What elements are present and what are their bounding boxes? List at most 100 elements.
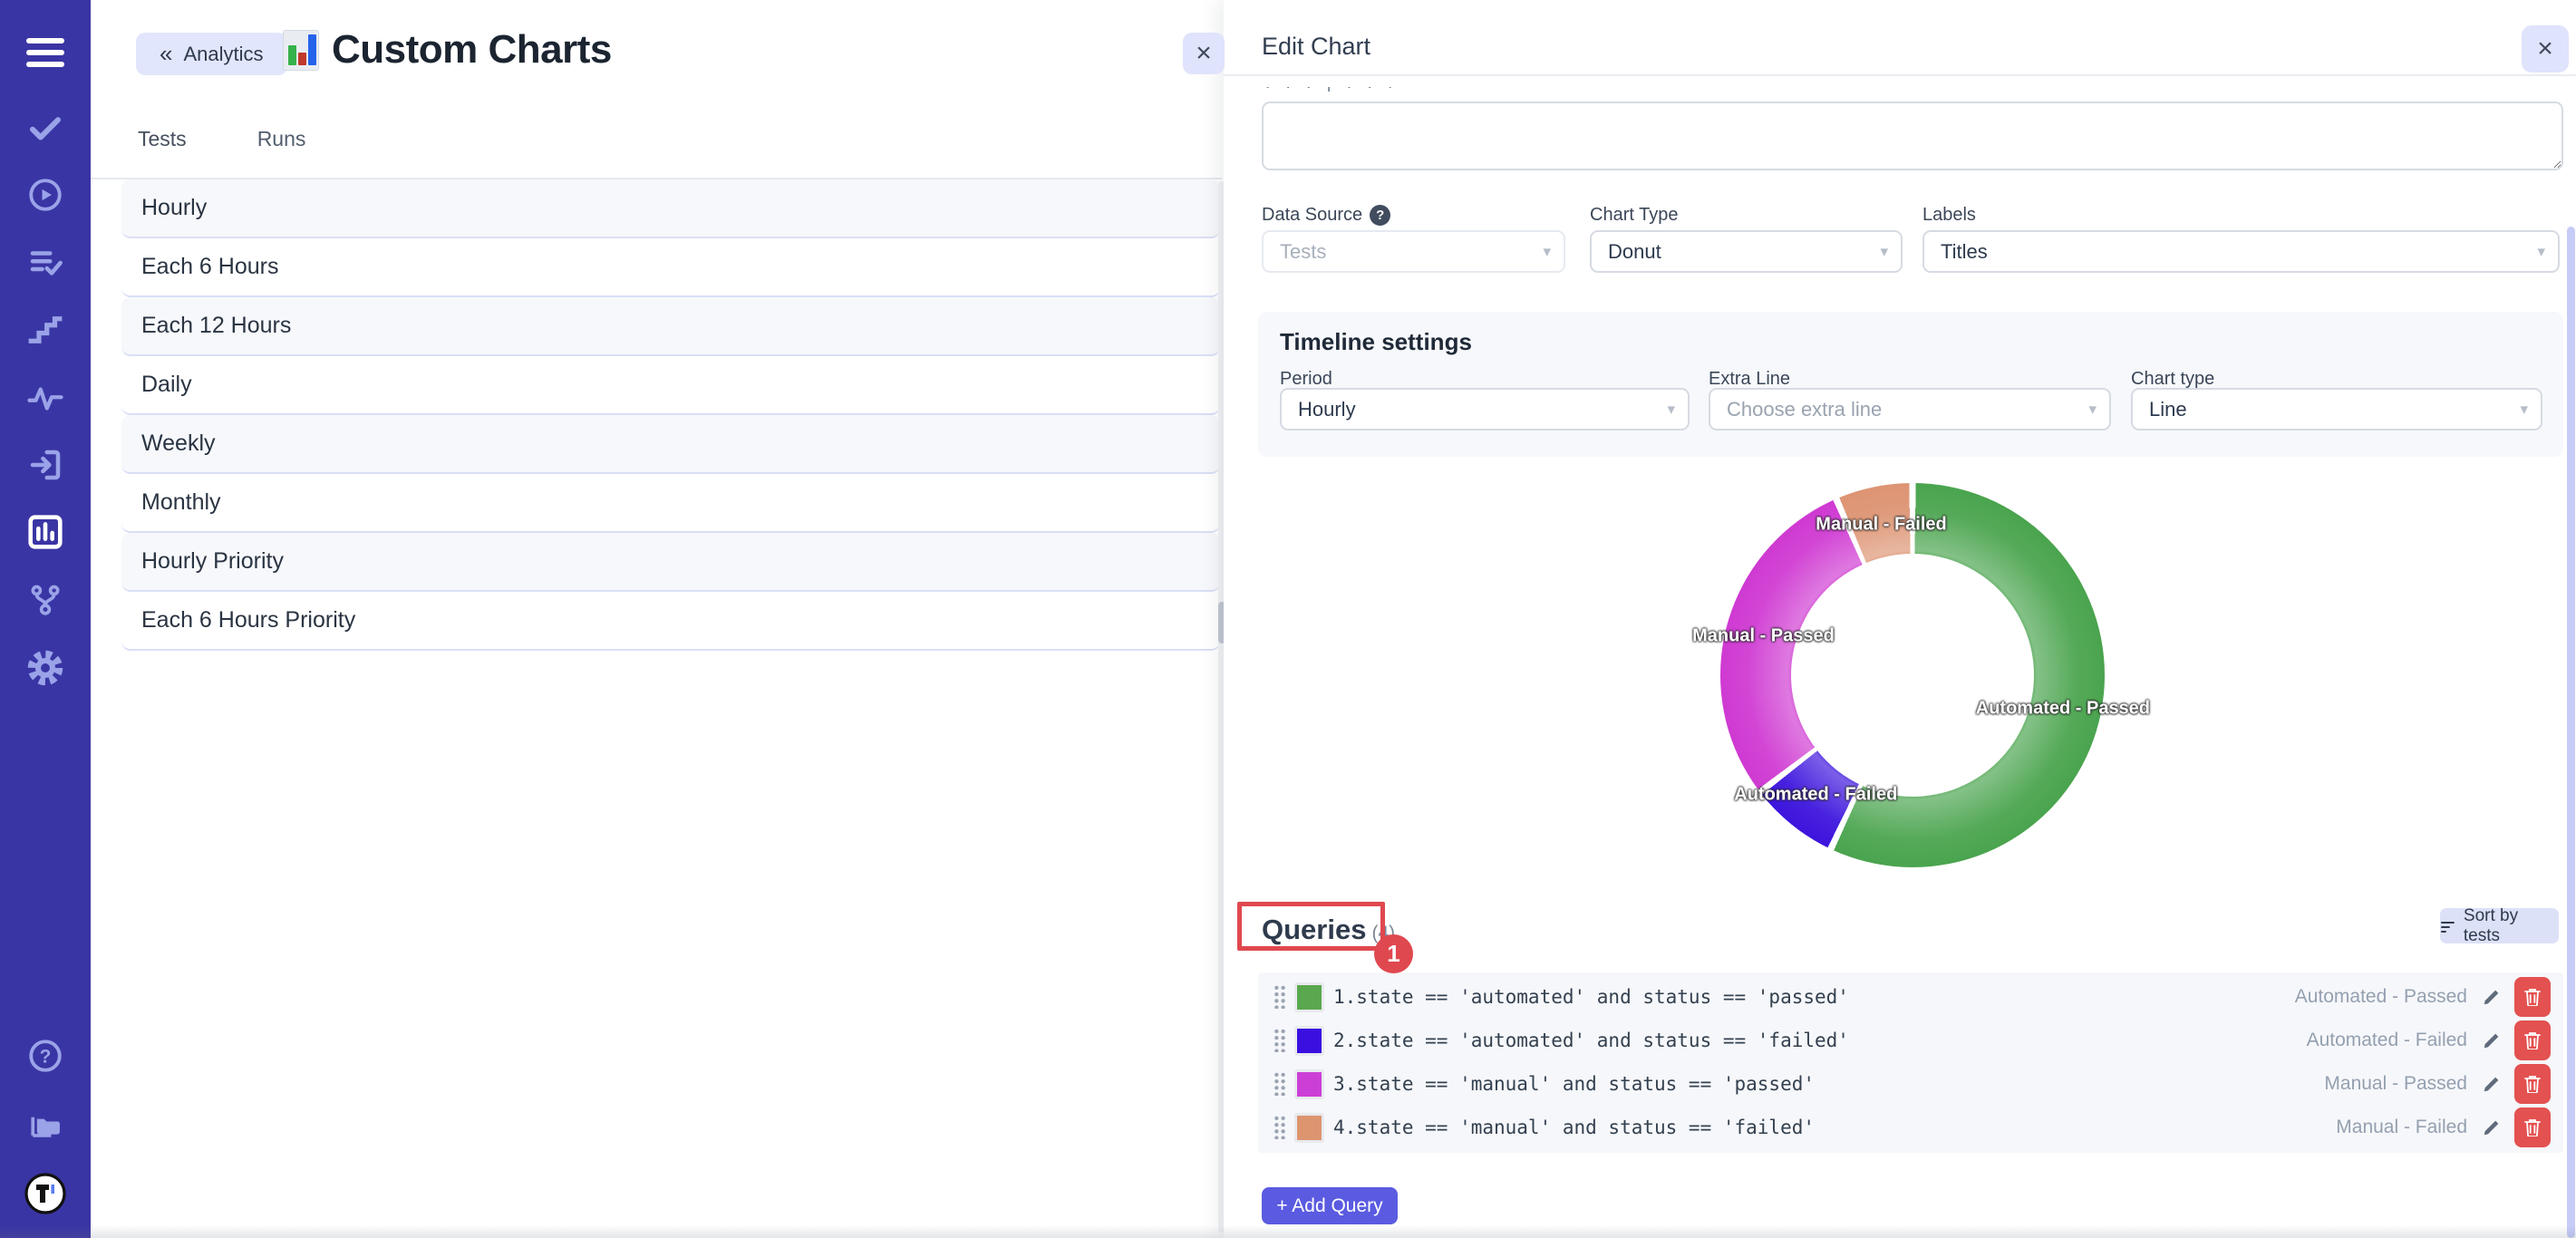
query-list: 1.state == 'automated' and status == 'pa… [1258, 972, 2563, 1153]
tabs: Tests Runs [138, 127, 305, 151]
chart-type-label: Chart Type [1590, 205, 1678, 226]
query-row: 1.state == 'automated' and status == 'pa… [1258, 975, 2563, 1019]
logo[interactable] [24, 1172, 67, 1215]
sign-in-icon[interactable] [26, 446, 64, 484]
edit-pencil-icon[interactable] [2482, 1030, 2502, 1050]
drawer-title: Edit Chart [1262, 33, 1370, 61]
extra-line-label: Extra Line [1709, 369, 1790, 390]
chart-type-select[interactable]: Donut ▾ [1590, 230, 1903, 273]
sort-by-tests-button[interactable]: Sort by tests [2440, 908, 2559, 943]
play-circle-icon[interactable] [26, 176, 64, 214]
delete-query-button[interactable] [2514, 977, 2551, 1017]
bar-chart-emoji-icon [283, 30, 319, 71]
query-title: Automated - Passed [2295, 986, 2467, 1008]
tab-tests[interactable]: Tests [138, 127, 187, 151]
color-swatch[interactable] [1294, 1069, 1324, 1099]
annotation-step-badge: 1 [1374, 934, 1413, 973]
drawer-edge-close-button[interactable]: × [1183, 33, 1225, 74]
donut-chart: Automated - PassedAutomated - FailedManu… [1720, 483, 2105, 867]
drag-handle-icon[interactable] [1273, 1029, 1287, 1052]
drawer-header: Edit Chart × [1224, 0, 2576, 76]
back-chevrons: « [160, 40, 172, 68]
gear-icon[interactable] [25, 648, 65, 688]
color-swatch[interactable] [1294, 1026, 1324, 1056]
list-item[interactable]: Each 6 Hours Priority [121, 592, 1220, 651]
extra-line-select[interactable]: Choose extra line ▾ [1709, 388, 2111, 430]
pulse-icon[interactable] [26, 380, 64, 418]
check-icon[interactable] [26, 109, 64, 147]
close-icon: × [1196, 38, 1212, 69]
query-expression: 2.state == 'automated' and status == 'fa… [1333, 1030, 1849, 1051]
data-source-select[interactable]: Tests ▾ [1262, 230, 1565, 273]
query-row: 2.state == 'automated' and status == 'fa… [1258, 1019, 2563, 1062]
chevron-down-icon: ▾ [1543, 243, 1551, 261]
sidebar: ? [0, 0, 91, 1238]
query-row: 3.state == 'manual' and status == 'passe… [1258, 1062, 2563, 1106]
drag-handle-icon[interactable] [1273, 985, 1287, 1009]
tab-runs[interactable]: Runs [257, 127, 306, 151]
trash-icon [2524, 1118, 2541, 1136]
chevron-down-icon: ▾ [1880, 243, 1888, 261]
drag-handle-icon[interactable] [1273, 1072, 1287, 1096]
trash-icon [2524, 1031, 2541, 1049]
back-label: Analytics [183, 43, 263, 66]
delete-query-button[interactable] [2514, 1020, 2551, 1060]
query-expression: 4.state == 'manual' and status == 'faile… [1333, 1117, 1815, 1138]
clipped-description-label: . . . | . . . [1265, 87, 1628, 97]
data-source-help-icon[interactable]: ? [1370, 205, 1390, 226]
trash-icon [2524, 988, 2541, 1006]
trash-icon [2524, 1075, 2541, 1093]
back-to-analytics-button[interactable]: « Analytics [136, 33, 287, 75]
edit-pencil-icon[interactable] [2482, 1074, 2502, 1094]
drag-handle-icon[interactable] [1273, 1116, 1287, 1139]
list-item[interactable]: Each 12 Hours [121, 297, 1220, 356]
list-item[interactable]: Hourly [121, 179, 1220, 238]
drawer-scrollbar-thumb[interactable] [2567, 227, 2575, 1238]
list-item[interactable]: Weekly [121, 415, 1220, 474]
list-item[interactable]: Each 6 Hours [121, 238, 1220, 297]
query-row: 4.state == 'manual' and status == 'faile… [1258, 1106, 2563, 1149]
query-expression: 3.state == 'manual' and status == 'passe… [1333, 1073, 1815, 1095]
period-label: Period [1280, 369, 1332, 390]
list-check-icon[interactable] [26, 244, 64, 282]
delete-query-button[interactable] [2514, 1107, 2551, 1147]
drawer-close-button[interactable]: × [2522, 25, 2569, 73]
chart-list: Hourly Each 6 Hours Each 12 Hours Daily … [121, 179, 1220, 651]
query-title: Manual - Passed [2324, 1073, 2467, 1095]
help-icon[interactable]: ? [26, 1037, 64, 1075]
sort-icon [2440, 918, 2456, 934]
chevron-down-icon: ▾ [2537, 243, 2545, 261]
timeline-settings-card: Timeline settings Period Hourly ▾ Extra … [1258, 312, 2563, 457]
edit-chart-drawer: Edit Chart × . . . | . . . Data Source ?… [1224, 0, 2576, 1238]
query-expression: 1.state == 'automated' and status == 'pa… [1333, 986, 1849, 1008]
page-title-wrap: Custom Charts [283, 27, 612, 73]
folders-icon[interactable] [25, 1105, 65, 1145]
menu-icon[interactable] [26, 38, 64, 67]
color-swatch[interactable] [1294, 982, 1324, 1012]
query-title: Manual - Failed [2336, 1117, 2467, 1138]
timeline-chart-type-select[interactable]: Line ▾ [2131, 388, 2542, 430]
edit-pencil-icon[interactable] [2482, 987, 2502, 1007]
list-item[interactable]: Hourly Priority [121, 533, 1220, 592]
labels-select[interactable]: Titles ▾ [1922, 230, 2560, 273]
chevron-down-icon: ▾ [2520, 401, 2528, 419]
color-swatch[interactable] [1294, 1113, 1324, 1143]
delete-query-button[interactable] [2514, 1064, 2551, 1104]
bar-chart-icon[interactable] [24, 511, 66, 553]
chevron-down-icon: ▾ [2088, 401, 2097, 419]
edit-pencil-icon[interactable] [2482, 1117, 2502, 1137]
description-textarea[interactable] [1262, 102, 2563, 170]
data-source-label: Data Source ? [1262, 205, 1390, 226]
branch-icon[interactable] [26, 581, 64, 619]
timeline-chart-type-label: Chart type [2131, 369, 2214, 390]
add-query-button[interactable]: + Add Query [1262, 1187, 1398, 1224]
svg-text:?: ? [40, 1047, 52, 1068]
stairs-icon[interactable] [26, 311, 64, 349]
period-select[interactable]: Hourly ▾ [1280, 388, 1690, 430]
close-icon: × [2537, 34, 2553, 64]
chevron-down-icon: ▾ [1667, 401, 1675, 419]
list-item[interactable]: Monthly [121, 474, 1220, 533]
labels-label: Labels [1922, 205, 1976, 226]
list-item[interactable]: Daily [121, 356, 1220, 415]
donut-ring[interactable] [1720, 483, 2105, 867]
